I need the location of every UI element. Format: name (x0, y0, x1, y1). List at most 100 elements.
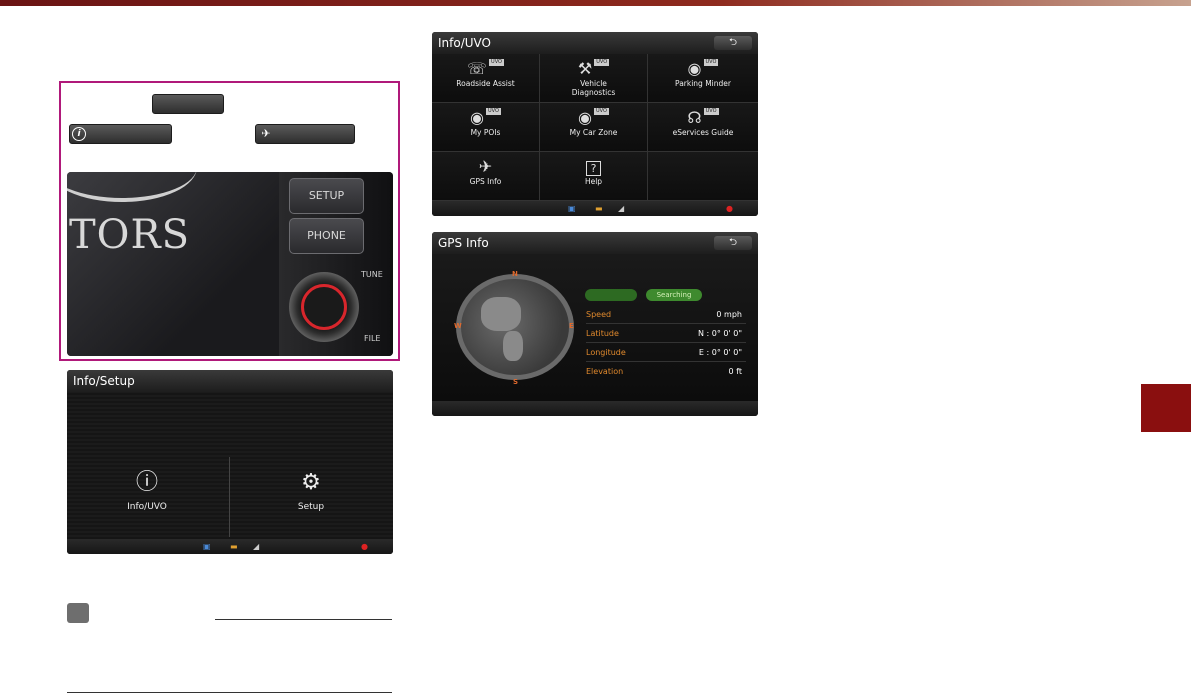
back-arrow-icon: ⮌ (728, 37, 737, 48)
status-bar: ▣ ▬ ◢ ● (67, 539, 393, 554)
gps-row-latitude: Latitude N : 0° 0' 0" (586, 324, 746, 343)
screen-title: GPS Info (432, 232, 758, 254)
screen-title: Info/Setup (67, 370, 393, 392)
vehicle-diagnostics-item[interactable]: ⚒ UVO Vehicle Diagnostics (540, 54, 648, 103)
gps-row-value: N : 0° 0' 0" (698, 329, 742, 338)
compass-west: W (454, 322, 462, 330)
logo-arc (67, 172, 197, 202)
uvo-badge: UVO (703, 108, 719, 115)
eservices-guide-item[interactable]: ☊ UVO eServices Guide (648, 103, 758, 152)
item-label: Help (584, 177, 603, 186)
head-unit-control-panel: SETUP PHONE TUNE FILE (279, 172, 393, 356)
gps-key-button[interactable]: ✈ (255, 124, 355, 144)
help-icon: ? (540, 157, 647, 177)
item-label: Vehicle Diagnostics (571, 79, 616, 97)
info-uvo-screen: Info/UVO ⮌ ☏ UVO Roadside Assist ⚒ UVO Veh… (432, 32, 758, 216)
gps-info-screen: GPS Info ⮌ N S E W Searching Speed 0 mph… (432, 232, 758, 416)
continent-shape (481, 297, 521, 331)
brand-logo-text: TORS (69, 212, 190, 258)
item-label: Parking Minder (675, 79, 731, 88)
divider (229, 457, 230, 537)
car-zone-icon: ◉ UVO (578, 108, 609, 127)
item-label: Roadside Assist (456, 79, 515, 88)
record-icon: ● (361, 542, 368, 551)
back-button[interactable]: ⮌ (714, 36, 752, 50)
info-icon: i (72, 127, 86, 141)
gps-row-elevation: Elevation 0 ft (586, 362, 746, 381)
tune-label: TUNE (361, 270, 383, 279)
item-label: eServices Guide (672, 128, 734, 137)
info-uvo-label: Info/UVO (127, 502, 167, 512)
uvo-badge: UVO (594, 59, 610, 66)
setup-item[interactable]: ⚙ Setup (261, 470, 361, 512)
setup-button[interactable]: SETUP (289, 178, 364, 214)
info-key-button[interactable]: i (69, 124, 172, 144)
gps-status-pill-dim (585, 289, 637, 301)
item-label: My Car Zone (569, 128, 618, 137)
info-icon: ⓘ (135, 470, 158, 495)
item-label: GPS Info (469, 177, 502, 186)
battery-icon: ▬ (230, 542, 238, 551)
battery-icon: ▬ (595, 204, 603, 213)
gps-row-label: Elevation (586, 367, 624, 376)
satellite-icon: ✈ (261, 127, 271, 140)
compass-north: N (512, 270, 518, 278)
parking-minder-item[interactable]: ◉ UVO Parking Minder (648, 54, 758, 103)
gps-row-value: 0 mph (716, 310, 742, 319)
continent-shape (503, 331, 523, 361)
note-marker (67, 603, 89, 623)
gps-row-value: E : 0° 0' 0" (698, 348, 742, 357)
uvo-menu-grid: ☏ UVO Roadside Assist ⚒ UVO Vehicle Diagno… (432, 54, 758, 201)
diagnostics-icon: ⚒ UVO (577, 59, 610, 78)
status-bar: ▣ ▬ ◢ ● (432, 201, 758, 216)
hard-key-button[interactable] (152, 94, 224, 114)
head-unit-display: TORS (67, 172, 279, 356)
my-pois-item[interactable]: ◉ UVO My POIs (432, 103, 540, 152)
note-rule-top (215, 619, 392, 620)
gps-row-label: Longitude (586, 348, 626, 357)
gps-row-label: Speed (586, 310, 612, 319)
uvo-badge: UVO (489, 59, 504, 66)
empty-cell (648, 152, 758, 201)
top-accent-bar (0, 0, 1191, 6)
gps-row-speed: Speed 0 mph (586, 305, 746, 324)
back-button[interactable]: ⮌ (714, 236, 752, 250)
my-car-zone-item[interactable]: ◉ UVO My Car Zone (540, 103, 648, 152)
info-uvo-item[interactable]: ⓘ Info/UVO (97, 470, 197, 512)
info-setup-screen: Info/Setup ⓘ Info/UVO ⚙ Setup ▣ ▬ ◢ ● (67, 370, 393, 554)
chapter-tab (1141, 384, 1191, 432)
screen-body: ⓘ Info/UVO ⚙ Setup (67, 392, 393, 539)
head-unit-photo: TORS SETUP PHONE TUNE FILE (67, 172, 393, 356)
satellite-icon: ✈ (478, 157, 493, 176)
gps-row-value: 0 ft (728, 367, 742, 376)
tune-knob[interactable] (289, 272, 359, 342)
roadside-assist-item[interactable]: ☏ UVO Roadside Assist (432, 54, 540, 103)
bluetooth-icon: ▣ (568, 204, 576, 213)
manual-page: i ✈ TORS SETUP PHONE TUNE FILE Info/Setu… (0, 0, 1191, 695)
gear-icon: ⚙ (301, 470, 321, 495)
back-arrow-icon: ⮌ (728, 237, 737, 248)
gps-row-label: Latitude (586, 329, 619, 338)
signal-icon: ◢ (618, 204, 625, 213)
globe-graphic (456, 274, 574, 380)
setup-label: Setup (297, 502, 325, 512)
item-label: My POIs (470, 128, 501, 137)
gps-info-item[interactable]: ✈ GPS Info (432, 152, 540, 201)
help-item[interactable]: ? Help (540, 152, 648, 201)
compass-south: S (513, 378, 519, 386)
bluetooth-icon: ▣ (203, 542, 211, 551)
status-bar (432, 401, 758, 416)
parking-icon: ◉ UVO (687, 59, 719, 78)
uvo-badge: UVO (486, 108, 501, 115)
eservices-icon: ☊ UVO (687, 108, 719, 127)
gps-row-longitude: Longitude E : 0° 0' 0" (586, 343, 746, 362)
compass-east: E (569, 322, 574, 330)
phone-button[interactable]: PHONE (289, 218, 364, 254)
roadside-icon: ☏ UVO (467, 59, 504, 78)
signal-icon: ◢ (253, 542, 260, 551)
note-rule-bottom (67, 692, 392, 693)
poi-icon: ◉ UVO (470, 108, 501, 127)
uvo-badge: UVO (703, 59, 719, 66)
uvo-badge: UVO (594, 108, 609, 115)
screen-title: Info/UVO (432, 32, 758, 54)
